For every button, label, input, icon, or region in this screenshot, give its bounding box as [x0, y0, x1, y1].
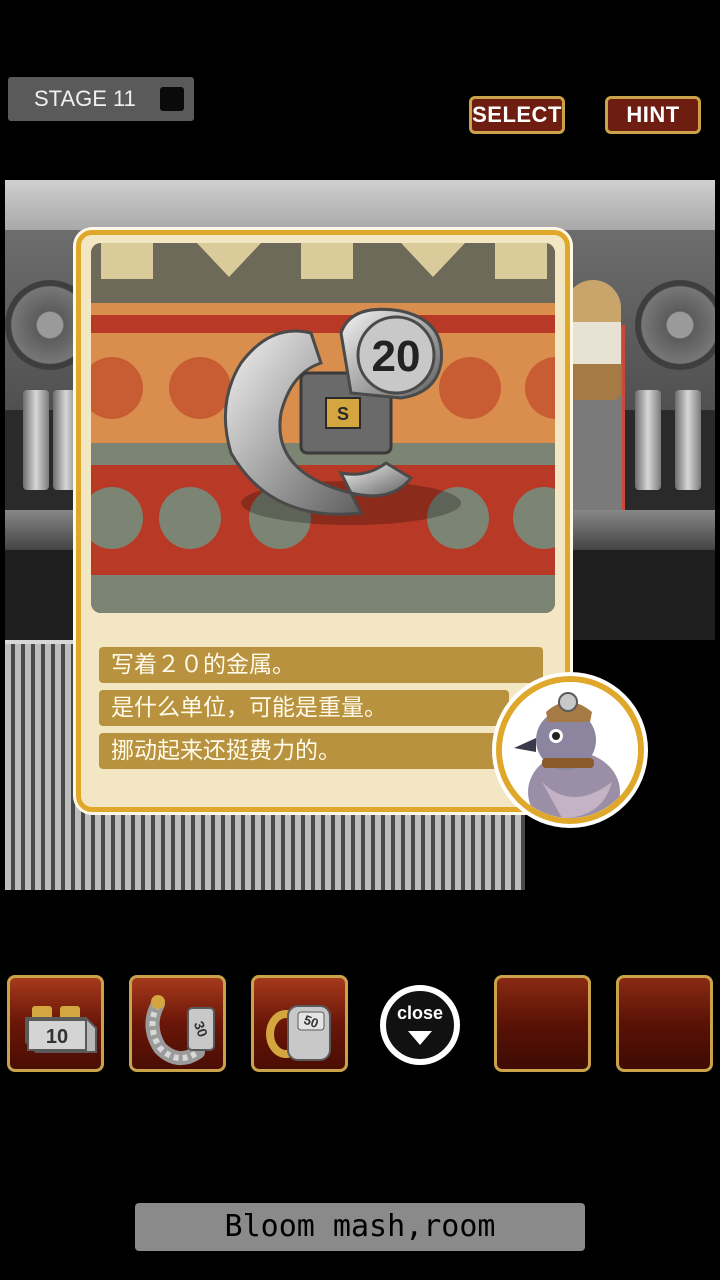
inventory-slot-2[interactable]: 30: [129, 975, 226, 1072]
inventory-slot-5[interactable]: [616, 975, 713, 1072]
arrow-down-icon: [408, 1031, 432, 1045]
hint-button[interactable]: HINT: [605, 96, 701, 134]
stage-label: STAGE 11: [34, 86, 136, 111]
weight-50-icon: 50: [266, 1005, 331, 1061]
pipe: [675, 390, 701, 490]
slot-1-number: 10: [46, 1026, 68, 1048]
ad-banner[interactable]: Bloom mash,room: [135, 1203, 585, 1251]
description-line-1: 写着２０的金属。: [99, 647, 543, 683]
pigeon-icon: [502, 682, 638, 818]
select-button[interactable]: SELECT: [469, 96, 565, 134]
item-description: 写着２０的金属。 是什么单位，可能是重量。 挪动起来还挺费力的。: [99, 647, 549, 776]
art-decor: [101, 243, 153, 279]
inventory-slot-3[interactable]: 50: [251, 975, 348, 1072]
stage-indicator: STAGE 11: [8, 77, 194, 121]
close-label: close: [396, 1003, 444, 1023]
art-band: [91, 575, 555, 613]
art-decor: [301, 243, 353, 279]
art-decor: [495, 243, 547, 279]
inventory-slot-4[interactable]: [494, 975, 591, 1072]
pipe: [635, 390, 661, 490]
description-line-2: 是什么单位，可能是重量。: [99, 690, 509, 726]
pipe: [23, 390, 49, 490]
pigeon-portrait-icon: [496, 676, 644, 824]
art-decor: [401, 243, 465, 277]
scene-window-strip: [5, 180, 715, 230]
item-number-label: 20: [372, 332, 421, 381]
item-badge-label: S: [337, 404, 349, 424]
gear-icon: [635, 280, 715, 370]
weight-20-icon: S 20: [223, 307, 461, 525]
item-art-panel: S 20: [91, 243, 555, 613]
close-button[interactable]: close: [380, 985, 460, 1065]
inventory-slot-1[interactable]: 10: [7, 975, 104, 1072]
stage-status-icon: [160, 87, 184, 111]
weight-30-icon: 30: [145, 995, 215, 1065]
description-line-3: 挪动起来还挺费力的。: [99, 733, 509, 769]
item-detail-card: S 20 写着２０的金属。 是什么单位，可能是重量。 挪动起来还挺费力的。: [76, 230, 570, 812]
explorer-character: [565, 280, 621, 400]
art-decor: [197, 243, 261, 277]
weight-10-icon: 10: [25, 1006, 97, 1053]
